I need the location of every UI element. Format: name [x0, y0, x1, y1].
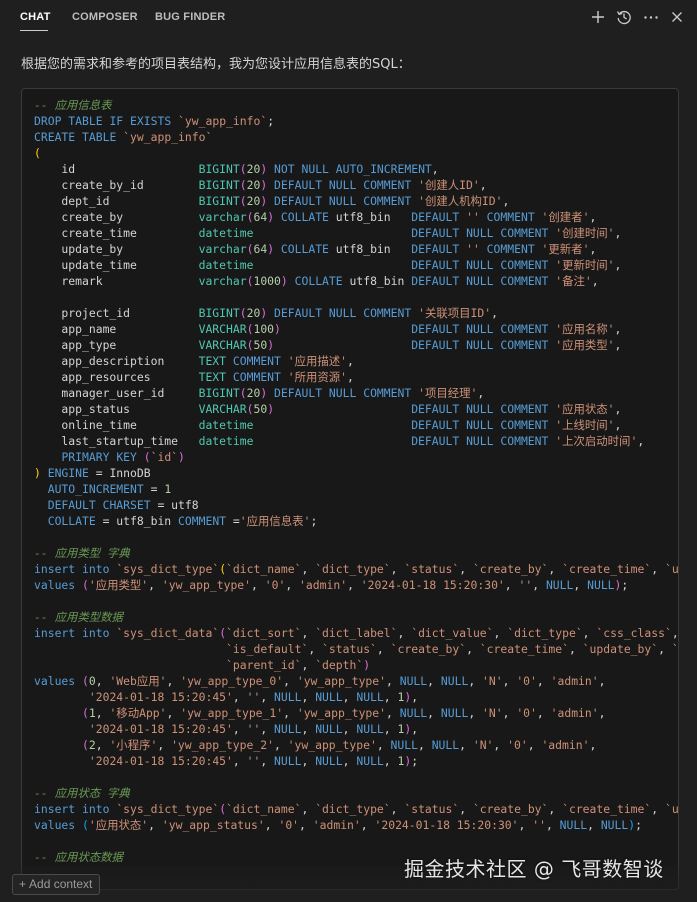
- history-icon[interactable]: [615, 7, 633, 27]
- close-icon[interactable]: [668, 7, 686, 27]
- add-context-button[interactable]: + Add context: [12, 874, 101, 895]
- plus-icon[interactable]: [589, 7, 607, 27]
- sql-code: -- 应用信息表 DROP TABLE IF EXISTS `yw_app_in…: [34, 98, 679, 864]
- plus-small-icon: +: [19, 877, 27, 891]
- tab-composer[interactable]: COMPOSER: [72, 11, 138, 23]
- chat-tab-bar: CHAT COMPOSER BUG FINDER: [0, 0, 697, 36]
- tab-bug-finder[interactable]: BUG FINDER: [155, 11, 225, 23]
- watermark: 掘金技术社区 @ 飞哥数智谈: [404, 857, 664, 881]
- add-context-label: Add context: [29, 877, 93, 891]
- tab-chat[interactable]: CHAT: [20, 11, 51, 23]
- more-icon[interactable]: [642, 7, 660, 27]
- assistant-intro-text: 根据您的需求和参考的项目表结构，我为您设计应用信息表的SQL：: [21, 57, 411, 72]
- code-block[interactable]: -- 应用信息表 DROP TABLE IF EXISTS `yw_app_in…: [21, 88, 679, 890]
- active-tab-indicator: [20, 30, 48, 31]
